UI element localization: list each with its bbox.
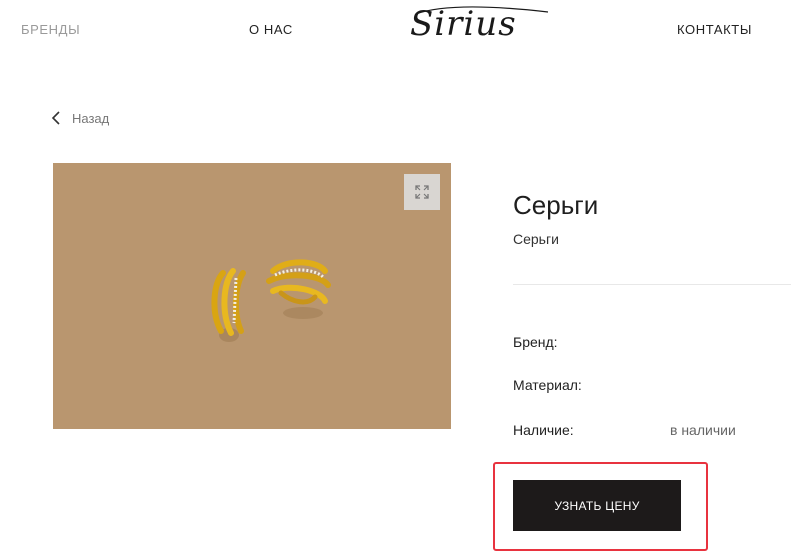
expand-button[interactable] — [404, 174, 440, 210]
get-price-button[interactable]: УЗНАТЬ ЦЕНУ — [513, 480, 681, 531]
spec-label-material: Материал: — [513, 377, 582, 393]
spec-label-brand: Бренд: — [513, 334, 558, 350]
spec-value-availability: в наличии — [670, 422, 736, 438]
nav-about-link[interactable]: О НАС — [249, 22, 293, 37]
nav-brands-link[interactable]: БРЕНДЫ — [21, 22, 80, 37]
back-link[interactable]: Назад — [50, 110, 109, 126]
chevron-left-icon — [51, 111, 60, 125]
logo-text: Sirius — [410, 4, 517, 44]
earrings-photo — [53, 163, 451, 429]
product-image[interactable] — [53, 163, 451, 429]
product-subtitle: Серьги — [513, 231, 559, 247]
expand-icon — [415, 185, 429, 199]
divider — [513, 284, 791, 285]
spec-label-availability: Наличие: — [513, 422, 574, 438]
product-title: Серьги — [513, 190, 599, 220]
nav-contacts-link[interactable]: КОНТАКТЫ — [677, 22, 752, 37]
back-label: Назад — [72, 110, 110, 126]
site-logo[interactable]: Sirius — [408, 2, 560, 44]
